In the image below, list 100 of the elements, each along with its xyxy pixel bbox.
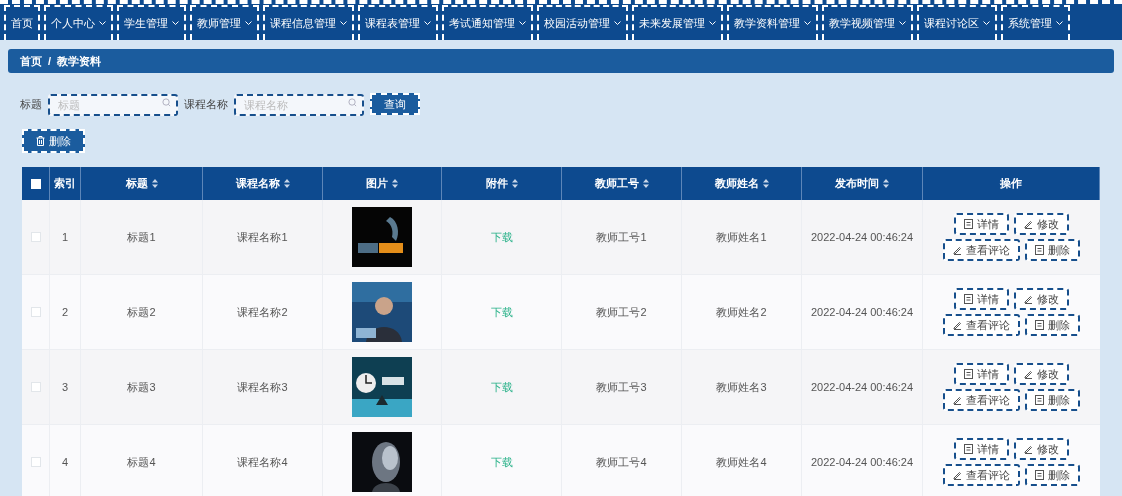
nav-tab[interactable]: 教师管理 — [190, 5, 259, 40]
table-cell-text: 课程名称4 — [237, 454, 288, 470]
trash-icon — [36, 136, 45, 146]
checkbox[interactable] — [30, 307, 41, 317]
nav-tab[interactable]: 学生管理 — [117, 5, 186, 40]
document-icon — [1035, 245, 1044, 255]
delete-button[interactable]: 删除 — [22, 129, 85, 153]
chevron-down-icon — [519, 21, 526, 26]
table-cell-text: 2 — [61, 304, 69, 320]
pencil-icon — [1024, 444, 1033, 454]
chevron-down-icon — [1056, 21, 1063, 26]
chevron-down-icon — [614, 21, 621, 26]
nav-tab[interactable]: 课程表管理 — [358, 5, 438, 40]
breadcrumb-item: 教学资料 — [57, 53, 102, 69]
checkbox[interactable] — [30, 232, 41, 242]
pencil-icon — [1024, 294, 1033, 304]
table-cell-text: 教师姓名4 — [716, 454, 767, 470]
table-cell-text: 教师工号4 — [596, 454, 647, 470]
nav-tab[interactable]: 教学视频管理 — [822, 5, 913, 40]
nav-tab[interactable]: 考试通知管理 — [442, 5, 533, 40]
chevron-down-icon — [172, 21, 179, 26]
table-cell-text: 标题1 — [127, 229, 156, 245]
chevron-down-icon — [709, 21, 716, 26]
table-cell-text: 教师姓名1 — [716, 229, 767, 245]
sort-icon[interactable] — [762, 179, 769, 188]
chevron-down-icon — [804, 21, 811, 26]
nav-tab[interactable]: 首页 — [4, 5, 40, 40]
action-button[interactable]: 详情 — [954, 438, 1009, 460]
field-label: 课程名称 — [184, 96, 228, 112]
sort-icon[interactable] — [883, 179, 889, 188]
action-button[interactable]: 详情 — [954, 363, 1009, 385]
table-cell-text: 标题2 — [127, 304, 156, 320]
table-cell-text: 2022-04-24 00:46:24 — [810, 304, 914, 320]
field-label: 标题 — [20, 96, 42, 112]
document-icon — [964, 294, 973, 304]
table-cell-text: 2022-04-24 00:46:24 — [810, 454, 914, 470]
table-cell-text: 4 — [61, 454, 69, 470]
checkbox[interactable] — [30, 382, 41, 392]
search-field[interactable]: 课程名称 — [234, 94, 364, 116]
checkbox[interactable] — [30, 457, 41, 467]
sort-icon[interactable] — [151, 179, 158, 188]
action-button[interactable]: 删除 — [1025, 464, 1080, 486]
action-button[interactable]: 查看评论 — [943, 464, 1020, 486]
action-button[interactable]: 删除 — [1025, 389, 1080, 411]
sort-icon[interactable] — [283, 179, 290, 188]
nav-tab[interactable]: 校园活动管理 — [537, 5, 628, 40]
table-cell-text: 2022-04-24 00:46:24 — [810, 229, 914, 245]
action-button[interactable]: 删除 — [1025, 314, 1080, 336]
sort-icon[interactable] — [511, 179, 518, 188]
chevron-down-icon — [983, 21, 990, 26]
document-icon — [964, 219, 973, 229]
table-cell-text: 课程名称3 — [237, 379, 288, 395]
breadcrumb-separator: / — [48, 53, 52, 69]
pencil-icon — [953, 470, 962, 480]
breadcrumb-item[interactable]: 首页 — [20, 52, 42, 70]
table-cell-text: 教师工号3 — [596, 379, 647, 395]
action-button[interactable]: 删除 — [1025, 239, 1080, 261]
nav-tab[interactable]: 课程讨论区 — [917, 5, 997, 40]
document-icon — [964, 369, 973, 379]
table-cell-text: 课程名称1 — [237, 229, 288, 245]
search-icon — [348, 98, 357, 107]
action-button[interactable]: 详情 — [954, 288, 1009, 310]
table-cell-text: 教师工号2 — [596, 304, 647, 320]
action-button[interactable]: 查看评论 — [943, 239, 1020, 261]
pencil-icon — [953, 245, 962, 255]
document-icon — [1035, 395, 1044, 405]
action-button[interactable]: 修改 — [1014, 363, 1069, 385]
document-icon — [1035, 470, 1044, 480]
search-button[interactable]: 查询 — [370, 93, 420, 115]
table-cell-text: 课程名称2 — [237, 304, 288, 320]
chevron-down-icon — [245, 21, 252, 26]
sort-icon[interactable] — [642, 179, 649, 188]
table-cell-text: 1 — [61, 229, 69, 245]
pencil-icon — [1024, 219, 1033, 229]
document-icon — [964, 444, 973, 454]
action-button[interactable]: 修改 — [1014, 213, 1069, 235]
table-cell-text: 2022-04-24 00:46:24 — [810, 379, 914, 395]
pencil-icon — [1024, 369, 1033, 379]
action-button[interactable]: 查看评论 — [943, 389, 1020, 411]
pencil-icon — [953, 320, 962, 330]
chevron-down-icon — [99, 21, 106, 26]
nav-tab[interactable]: 课程信息管理 — [263, 5, 354, 40]
table-cell-text: 教师工号1 — [596, 229, 647, 245]
table-cell-text: 标题3 — [127, 379, 156, 395]
table-cell-text: 教师姓名2 — [716, 304, 767, 320]
nav-tab[interactable]: 系统管理 — [1001, 5, 1070, 40]
nav-tab[interactable]: 未来发展管理 — [632, 5, 723, 40]
chevron-down-icon — [340, 21, 347, 26]
action-button[interactable]: 详情 — [954, 213, 1009, 235]
action-button[interactable]: 修改 — [1014, 288, 1069, 310]
action-button[interactable]: 查看评论 — [943, 314, 1020, 336]
search-icon — [162, 98, 171, 107]
nav-tab[interactable]: 教学资料管理 — [727, 5, 818, 40]
table-cell-text: 教师姓名3 — [716, 379, 767, 395]
action-button[interactable]: 修改 — [1014, 438, 1069, 460]
document-icon — [1035, 320, 1044, 330]
sort-icon[interactable] — [392, 179, 398, 188]
nav-tab[interactable]: 个人中心 — [44, 5, 113, 40]
table-cell-text: 3 — [61, 379, 69, 395]
table-cell-text: 标题4 — [127, 454, 156, 470]
